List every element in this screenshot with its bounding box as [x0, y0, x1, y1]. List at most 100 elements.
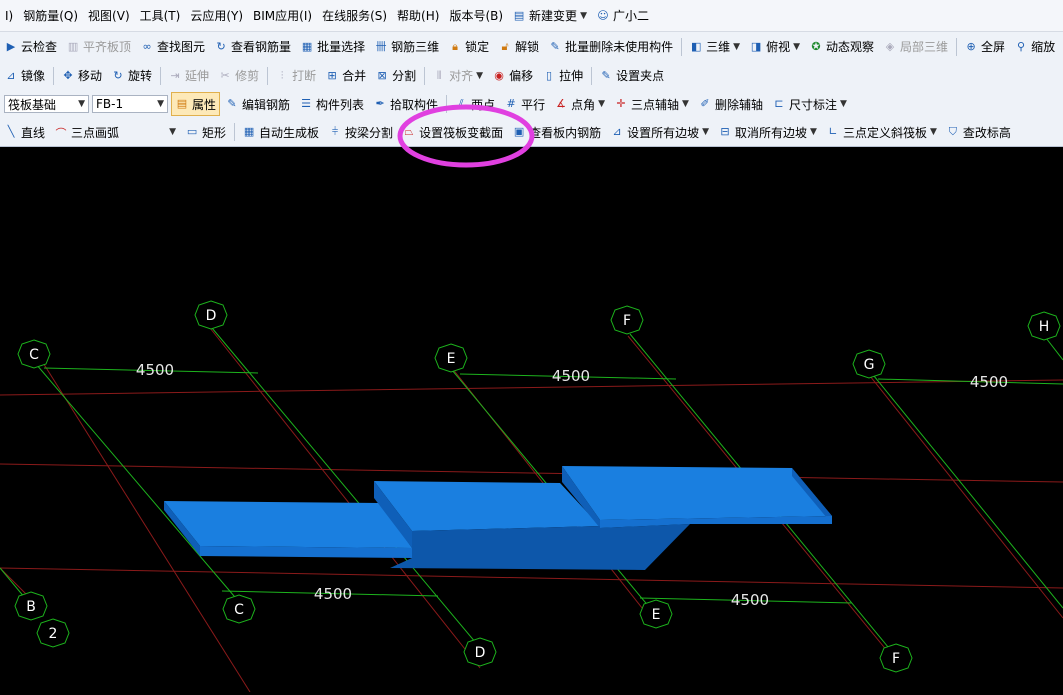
local-3d-button[interactable]: ◈ 局部三维 [879, 35, 952, 59]
view-slab-rebar-button[interactable]: ▣ 查看板内钢筋 [508, 120, 605, 144]
arc-mode-select[interactable]: ⌒ 三点画弧 ▼ [50, 120, 180, 144]
three-point-slope-label: 三点定义斜筏板 [842, 125, 927, 140]
menu-item-partial[interactable]: I) [0, 9, 18, 23]
find-element-button[interactable]: ∞ 查找图元 [136, 35, 209, 59]
parallel-button[interactable]: # 平行 [500, 92, 549, 116]
rotate-icon: ↻ [113, 68, 123, 82]
menu-online-service[interactable]: 在线服务(S) [317, 7, 392, 24]
raft-slab-model[interactable] [164, 466, 832, 570]
stretch-label: 拉伸 [559, 69, 584, 83]
component-type-value: 筏板基础 [8, 97, 57, 112]
grid-label: C [234, 602, 244, 618]
offset-button[interactable]: ◉ 偏移 [488, 64, 537, 88]
slab-front-face [200, 546, 412, 558]
two-points-button[interactable]: ⫽ 两点 [450, 92, 499, 116]
split-by-beam-button[interactable]: ⫩ 按梁分割 [324, 120, 397, 144]
merge-button[interactable]: ⊞ 合并 [321, 64, 370, 88]
component-list-button[interactable]: ☰ 构件列表 [295, 92, 368, 116]
dimension-button[interactable]: ⊏ 尺寸标注 ▼ [768, 92, 851, 116]
point-angle-button[interactable]: ∡ 点角 ▼ [550, 92, 609, 116]
break-button[interactable]: ⫶ 打断 [271, 64, 320, 88]
chevron-down-icon: ▼ [169, 127, 177, 137]
menu-view[interactable]: 视图(V) [83, 7, 135, 24]
menu-version[interactable]: 版本号(B) [444, 7, 508, 24]
dimension-text: 4500 [136, 361, 174, 379]
chevron-down-icon: ▼ [840, 99, 847, 109]
lock-icon: 🔒︎ [452, 39, 459, 53]
new-change-button[interactable]: ▤ 新建变更 ▼ [508, 4, 591, 28]
rebar-3d-button[interactable]: 卌钢筋三维 [370, 35, 443, 59]
lock-button[interactable]: 🔒︎ 锁定 [444, 35, 493, 59]
model-canvas[interactable]: C D E F G H C D E F B 2 4500 4500 4500 4… [0, 148, 1063, 693]
component-name-select[interactable]: FB-1 ▼ [92, 95, 168, 113]
dimension-text: 4500 [314, 585, 352, 603]
arc-icon: ⌒ [55, 126, 67, 140]
rectangle-button[interactable]: ▭ 矩形 [181, 120, 230, 144]
menu-help[interactable]: 帮助(H) [392, 7, 444, 24]
dimension-text: 4500 [552, 367, 590, 385]
delete-axis-button[interactable]: ✐ 删除辅轴 [694, 92, 767, 116]
grid-label: C [29, 347, 39, 363]
drawing-viewport[interactable]: C D E F G H C D E F B 2 4500 4500 4500 4… [0, 148, 1063, 693]
stretch-button[interactable]: ▯ 拉伸 [538, 64, 587, 88]
move-button[interactable]: ✥ 移动 [57, 64, 106, 88]
trim-button[interactable]: ✂ 修剪 [214, 64, 263, 88]
check-elevation-label: 查改标高 [962, 125, 1011, 140]
grid-label: 2 [49, 626, 58, 642]
break-label: 打断 [292, 69, 317, 83]
set-raft-section-button[interactable]: ⏢ 设置筏板变截面 [398, 120, 507, 144]
full-screen-button[interactable]: ⊕ 全屏 [960, 35, 1009, 59]
grid-icon: ▦ [243, 125, 255, 138]
menu-bar: I) 钢筋量(Q) 视图(V) 工具(T) 云应用(Y) BIM应用(I) 在线… [0, 0, 1063, 32]
align-button[interactable]: ⫴ 对齐 ▼ [428, 64, 487, 88]
flush-top-button[interactable]: ▥ 平齐板顶 [62, 35, 135, 59]
cloud-check-icon: ▶ [6, 39, 16, 53]
menu-rebar-qty[interactable]: 钢筋量(Q) [18, 7, 83, 24]
view-rebar-qty-button[interactable]: ↻ 查看钢筋量 [210, 35, 295, 59]
separator [160, 66, 162, 85]
delete-axis-label: 删除辅轴 [714, 97, 763, 112]
batch-delete-unused-button[interactable]: ✎ 批量删除未使用构件 [544, 35, 677, 59]
edit-rebar-button[interactable]: ✎ 编辑钢筋 [221, 92, 294, 116]
properties-button[interactable]: ▤ 属性 [171, 92, 221, 116]
rotate-button[interactable]: ↻ 旋转 [107, 64, 156, 88]
assistant-icon: ☺ [597, 8, 609, 22]
cloud-check-label: 云检查 [21, 40, 58, 54]
menu-bim[interactable]: BIM应用(I) [248, 7, 317, 24]
move-label: 移动 [78, 69, 103, 83]
guangxiaoer-button[interactable]: ☺ 广小二 [592, 4, 653, 28]
flush-top-label: 平齐板顶 [83, 40, 132, 54]
eraser-icon: ✐ [700, 97, 710, 110]
line-button[interactable]: ╲ 直线 [0, 120, 49, 144]
auto-generate-button[interactable]: ▦ 自动生成板 [238, 120, 323, 144]
unlock-button[interactable]: 🔓︎ 解锁 [494, 35, 543, 59]
batch-delete-unused-label: 批量删除未使用构件 [565, 40, 674, 54]
top-view-button[interactable]: ◨ 俯视 ▼ [745, 35, 804, 59]
set-grip-button[interactable]: ✎ 设置夹点 [595, 64, 668, 88]
cancel-all-slopes-button[interactable]: ⊟ 取消所有边坡 ▼ [714, 120, 821, 144]
extend-button[interactable]: ⇥ 延伸 [164, 64, 213, 88]
set-all-slopes-button[interactable]: ⊿ 设置所有边坡 ▼ [606, 120, 713, 144]
point-angle-icon: ∡ [556, 97, 567, 110]
split-button[interactable]: ⊠ 分割 [371, 64, 420, 88]
three-point-axis-button[interactable]: ✛ 三点辅轴 ▼ [610, 92, 693, 116]
dynamic-view-button[interactable]: ✪ 动态观察 [805, 35, 878, 59]
grid-axis-line [869, 375, 1063, 619]
separator [446, 95, 448, 113]
component-type-select[interactable]: 筏板基础 ▼ [4, 95, 89, 113]
pick-component-button[interactable]: ✒ 拾取构件 [369, 92, 442, 116]
mirror-button[interactable]: ⊿ 镜像 [0, 64, 49, 88]
batch-select-button[interactable]: ▦ 批量选择 [296, 35, 369, 59]
local-3d-icon: ◈ [885, 39, 895, 53]
three-point-slope-button[interactable]: ∟ 三点定义斜筏板 ▼ [822, 120, 941, 144]
zoom-button[interactable]: ⚲ 缩放 [1010, 35, 1059, 59]
batch-select-label: 批量选择 [317, 40, 366, 54]
cloud-check-button[interactable]: ▶ 云检查 [0, 35, 61, 59]
dynamic-view-label: 动态观察 [826, 40, 875, 54]
slab-top-face [164, 501, 412, 548]
stretch-icon: ▯ [546, 68, 553, 82]
check-elevation-button[interactable]: ⛉ 查改标高 [942, 120, 1015, 144]
menu-cloud[interactable]: 云应用(Y) [185, 7, 248, 24]
view-3d-button[interactable]: ◧ 三维 ▼ [685, 35, 744, 59]
menu-tools[interactable]: 工具(T) [135, 7, 186, 24]
